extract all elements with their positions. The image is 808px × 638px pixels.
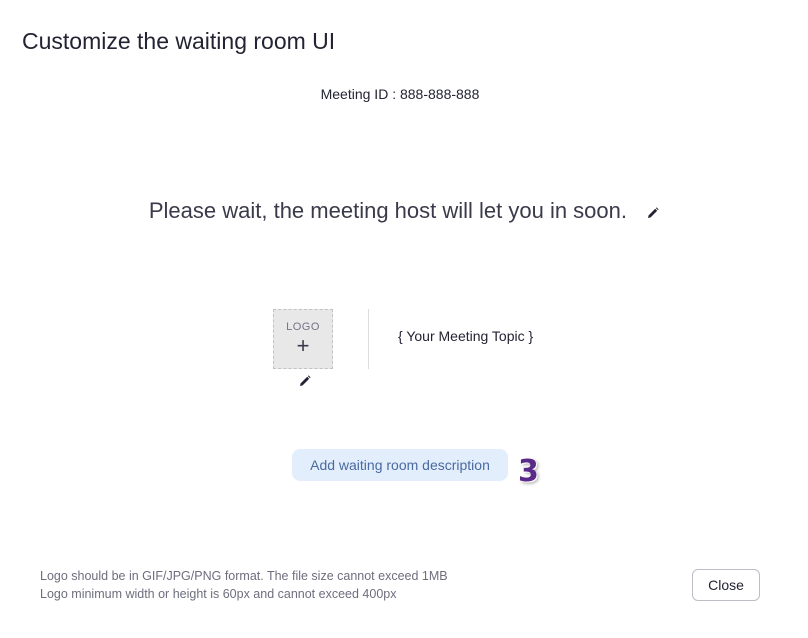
- waiting-message-row: Please wait, the meeting host will let y…: [0, 198, 808, 225]
- plus-icon: +: [296, 333, 310, 358]
- logo-format-hint: Logo should be in GIF/JPG/PNG format. Th…: [40, 569, 448, 583]
- vertical-divider: [368, 309, 369, 369]
- waiting-room-customizer: Customize the waiting room UI Meeting ID…: [0, 0, 808, 638]
- logo-placeholder-label: LOGO: [286, 321, 320, 333]
- step-number-badge: 3: [518, 454, 539, 489]
- meeting-topic[interactable]: { Your Meeting Topic }: [398, 328, 533, 344]
- pencil-icon: [300, 375, 311, 386]
- add-description-button[interactable]: Add waiting room description: [292, 449, 508, 481]
- edit-message-pencil-icon[interactable]: [647, 199, 659, 224]
- pencil-icon: [648, 207, 659, 219]
- edit-logo-pencil-icon[interactable]: [299, 374, 311, 392]
- logo-size-hint: Logo minimum width or height is 60px and…: [40, 587, 397, 601]
- close-button[interactable]: Close: [692, 569, 760, 601]
- logo-upload-box[interactable]: LOGO +: [273, 309, 333, 369]
- meeting-id: Meeting ID : 888-888-888: [320, 86, 480, 102]
- page-title: Customize the waiting room UI: [22, 28, 336, 54]
- waiting-message: Please wait, the meeting host will let y…: [148, 198, 628, 223]
